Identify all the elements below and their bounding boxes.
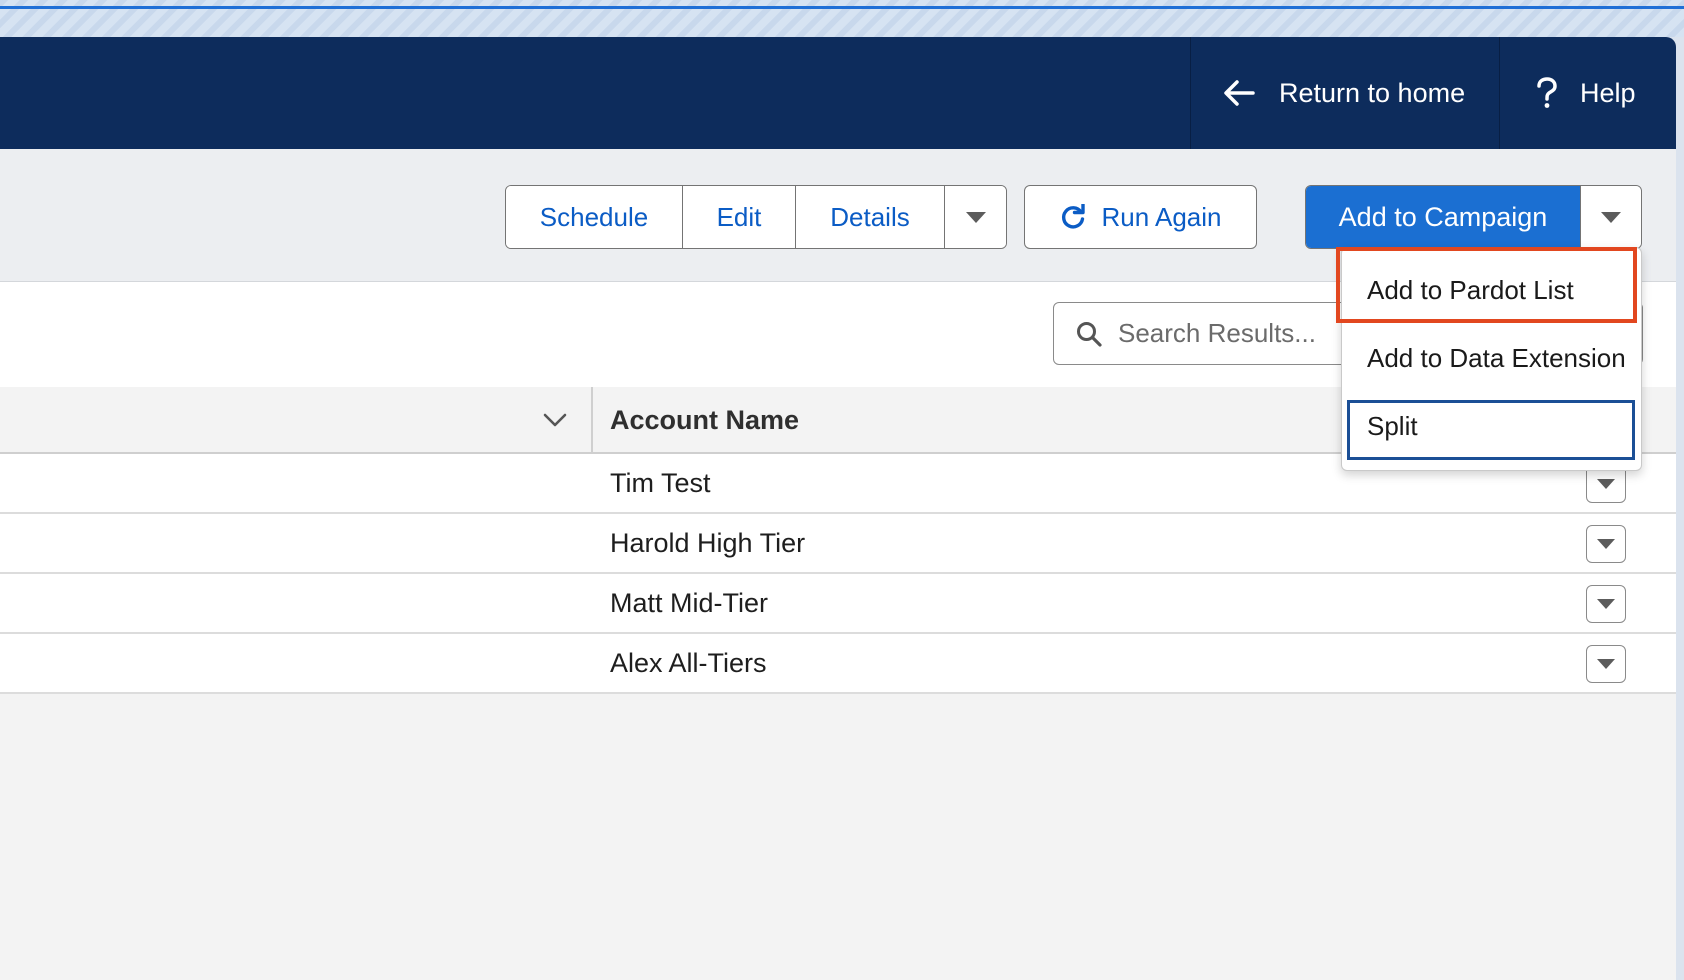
account-name-column-header[interactable]: Account Name	[610, 387, 799, 454]
column-divider[interactable]	[591, 387, 593, 454]
report-screen: Return to home Help Schedule Edit Detail…	[0, 0, 1684, 980]
return-to-home-button[interactable]: Return to home	[1190, 37, 1499, 149]
refresh-icon	[1061, 204, 1085, 229]
chevron-down-icon	[543, 413, 567, 427]
more-actions-button[interactable]	[945, 186, 1006, 248]
table-body: Tim Test Harold High Tier Matt Mid-Tier	[0, 454, 1676, 694]
details-button[interactable]: Details	[796, 186, 945, 248]
account-name-cell: Harold High Tier	[610, 528, 806, 558]
top-accent-line	[0, 6, 1684, 9]
help-button[interactable]: Help	[1499, 37, 1676, 149]
app-header: Return to home Help	[0, 37, 1676, 149]
account-name-cell: Tim Test	[610, 468, 711, 498]
caret-down-icon	[1601, 211, 1621, 223]
table-row: Harold High Tier	[0, 514, 1676, 574]
schedule-button[interactable]: Schedule	[506, 186, 683, 248]
table-row: Alex All-Tiers	[0, 634, 1676, 694]
menu-item-split[interactable]: Split	[1342, 394, 1643, 458]
account-name-cell: Matt Mid-Tier	[610, 588, 769, 618]
add-to-campaign-dropdown-menu: Add to Pardot List Add to Data Extension…	[1341, 247, 1642, 471]
caret-down-icon	[1597, 599, 1615, 609]
column-menu-chevron[interactable]	[538, 403, 572, 437]
arrow-left-icon	[1224, 80, 1255, 106]
add-to-campaign-button[interactable]: Add to Campaign	[1306, 186, 1580, 248]
run-again-label: Run Again	[1101, 201, 1222, 232]
table-row: Matt Mid-Tier	[0, 574, 1676, 634]
menu-item-add-to-pardot-list[interactable]: Add to Pardot List	[1342, 258, 1643, 323]
row-actions-button[interactable]	[1586, 525, 1626, 563]
question-mark-icon	[1537, 77, 1557, 108]
run-again-button[interactable]: Run Again	[1024, 185, 1257, 249]
report-actions-button-group: Schedule Edit Details	[505, 185, 1007, 249]
menu-item-add-to-data-extension[interactable]: Add to Data Extension	[1342, 326, 1643, 390]
row-actions-button[interactable]	[1586, 645, 1626, 683]
caret-down-icon	[1597, 479, 1615, 489]
row-actions-button[interactable]	[1586, 585, 1626, 623]
caret-down-icon	[1597, 659, 1615, 669]
caret-down-icon	[965, 211, 986, 223]
account-name-cell: Alex All-Tiers	[610, 648, 767, 678]
help-label: Help	[1580, 77, 1636, 108]
app-window: Return to home Help Schedule Edit Detail…	[0, 37, 1676, 980]
return-to-home-label: Return to home	[1279, 77, 1466, 108]
search-icon	[1077, 321, 1102, 347]
edit-button[interactable]: Edit	[683, 186, 796, 248]
caret-down-icon	[1597, 539, 1615, 549]
add-to-campaign-menu-toggle[interactable]	[1580, 186, 1641, 248]
add-to-campaign-button-group: Add to Campaign	[1305, 185, 1642, 249]
